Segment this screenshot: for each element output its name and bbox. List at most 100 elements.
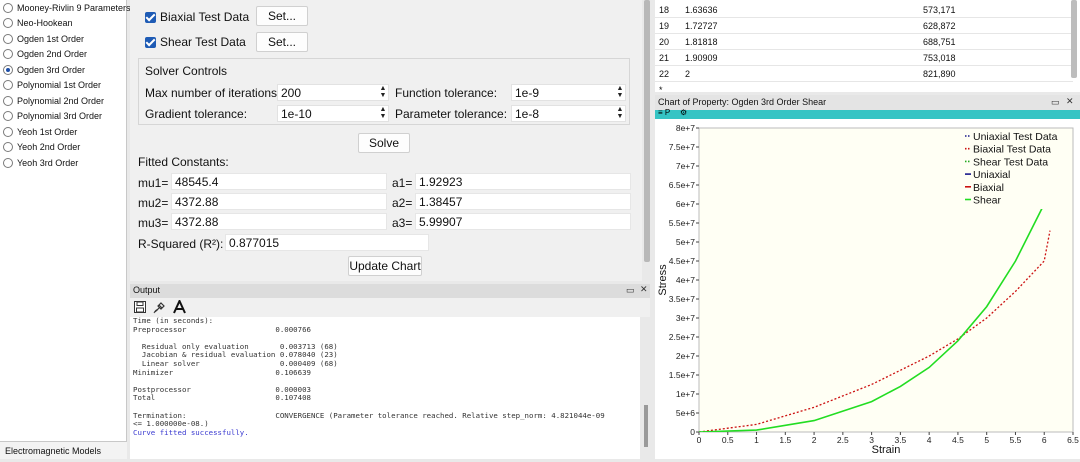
- model-item[interactable]: Yeoh 3rd Order: [3, 155, 78, 170]
- a3-field[interactable]: 5.99907: [415, 213, 631, 230]
- table-cell-idx: 18: [659, 5, 670, 15]
- model-item-label: Yeoh 1st Order: [17, 126, 78, 137]
- model-item[interactable]: Neo-Hookean: [3, 16, 73, 31]
- x-axis-label: Strain: [872, 444, 901, 456]
- model-list-panel: Mooney-Rivlin 9 Parameters Neo-Hookean Ogd…: [0, 0, 131, 459]
- y-tick-label: 5e+7: [676, 237, 695, 247]
- checkbox-checked-icon: [145, 11, 156, 23]
- parameter-tolerance-spinbox[interactable]: 1e-8 ▲ ▼: [511, 105, 626, 122]
- legend-entry: Uniaxial Test Data: [973, 131, 1058, 143]
- category-label[interactable]: Electromagnetic Models: [0, 441, 127, 459]
- table-row[interactable]: 18 1.63636 573,171: [655, 2, 1073, 18]
- x-tick-label: 5: [984, 435, 989, 445]
- mu3-label: mu3=: [138, 216, 169, 230]
- spin-arrows-icon[interactable]: ▲ ▼: [379, 106, 387, 120]
- a2-field[interactable]: 1.38457: [415, 193, 631, 210]
- y-tick-label: 6.5e+7: [669, 180, 696, 190]
- y-tick-label: 1.5e+7: [669, 370, 696, 380]
- chart-menu-icon[interactable]: ≡ P: [658, 108, 670, 117]
- max-iterations-spinbox[interactable]: 200 ▲ ▼: [277, 84, 389, 101]
- mu1-field[interactable]: 48545.4: [171, 173, 387, 190]
- close-icon[interactable]: ✕: [1066, 96, 1074, 107]
- clear-brush-icon[interactable]: [153, 301, 166, 314]
- function-tolerance-spinbox[interactable]: 1e-9 ▲ ▼: [511, 84, 626, 101]
- radio-icon[interactable]: [3, 95, 13, 106]
- radio-icon[interactable]: [3, 157, 13, 168]
- y-tick-label: 7e+7: [676, 161, 695, 171]
- mu2-field[interactable]: 4372.88: [171, 193, 387, 210]
- a2-label: a2=: [392, 196, 413, 210]
- mu3-field[interactable]: 4372.88: [171, 213, 387, 230]
- spin-arrows-icon[interactable]: ▲ ▼: [616, 106, 624, 120]
- model-item[interactable]: Ogden 3rd Order: [3, 62, 85, 77]
- legend-entry: Biaxial Test Data: [973, 144, 1051, 156]
- font-icon[interactable]: [173, 300, 186, 314]
- radio-icon[interactable]: [3, 142, 13, 152]
- output-log[interactable]: Time (in seconds): Preprocessor 0.000766…: [130, 317, 640, 459]
- table-cell-idx: 21: [659, 53, 670, 63]
- test-data-table: 18 1.63636 573,171 19 1.72727 628,872 20 1.8181…: [655, 0, 1080, 98]
- gradient-tolerance-spinbox[interactable]: 1e-10 ▲ ▼: [277, 105, 389, 122]
- radio-icon[interactable]: [3, 49, 13, 59]
- spin-arrows-icon[interactable]: ▲ ▼: [379, 85, 387, 99]
- max-iterations-label: Max number of iterations:: [145, 86, 281, 100]
- float-icon[interactable]: ▭: [1051, 97, 1060, 108]
- table-cell-idx: 20: [659, 37, 670, 47]
- radio-icon[interactable]: [3, 80, 13, 90]
- y-tick-label: 7.5e+7: [669, 142, 696, 152]
- table-row[interactable]: 19 1.72727 628,872: [655, 18, 1073, 34]
- radio-selected-icon[interactable]: [3, 64, 13, 75]
- radio-icon[interactable]: [3, 2, 13, 13]
- a1-field[interactable]: 1.92923: [415, 173, 631, 190]
- stress-strain-chart[interactable]: 0 5e+6 1e+7 1.5e+7 2e+7 2.5e+7 3e+7 3.5e+7 4e+7 4…: [655, 119, 1080, 459]
- model-item[interactable]: Yeoh 1st Order: [3, 124, 77, 139]
- model-item[interactable]: Mooney-Rivlin 9 Parameters: [3, 0, 131, 15]
- function-tolerance-label: Function tolerance:: [395, 86, 498, 100]
- x-tick-label: 6.5: [1067, 435, 1079, 445]
- output-scrollbar[interactable]: [644, 405, 648, 447]
- model-item-label: Yeoh 2nd Order: [17, 142, 81, 152]
- model-item[interactable]: Yeoh 2nd Order: [3, 140, 80, 155]
- spin-arrows-icon[interactable]: ▲ ▼: [616, 85, 624, 99]
- a1-label: a1=: [392, 176, 413, 190]
- update-chart-button[interactable]: Update Chart: [348, 256, 422, 276]
- table-scrollbar[interactable]: [1071, 0, 1077, 78]
- radio-icon[interactable]: [3, 18, 13, 28]
- table-row[interactable]: 20 1.81818 688,751: [655, 34, 1073, 50]
- model-item-label: Polynomial 2nd Order: [17, 95, 105, 106]
- model-item[interactable]: Ogden 2nd Order: [3, 47, 87, 62]
- fitting-panel-scrollbar[interactable]: [644, 0, 650, 262]
- shear-set-button[interactable]: Set...: [256, 32, 308, 52]
- radio-icon[interactable]: [3, 111, 13, 121]
- biaxial-set-button[interactable]: Set...: [256, 6, 308, 26]
- radio-icon[interactable]: [3, 126, 13, 137]
- model-item[interactable]: Polynomial 3rd Order: [3, 109, 102, 124]
- x-tick-label: 2: [812, 435, 817, 445]
- y-tick-label: 1e+7: [676, 389, 695, 399]
- radio-icon[interactable]: [3, 33, 13, 44]
- output-success-line: Curve fitted successfully.: [133, 427, 249, 437]
- close-icon[interactable]: ✕: [640, 284, 648, 295]
- model-item[interactable]: Polynomial 1st Order: [3, 78, 101, 93]
- table-row[interactable]: 21 1.90909 753,018: [655, 50, 1073, 66]
- model-item[interactable]: Ogden 1st Order: [3, 31, 84, 46]
- y-tick-label: 5e+6: [676, 408, 695, 418]
- save-icon[interactable]: [134, 301, 146, 313]
- a3-label: a3=: [392, 216, 413, 230]
- fitting-panel: Biaxial Test Data Set... Shear Test Data…: [130, 0, 642, 281]
- solve-button[interactable]: Solve: [358, 133, 410, 153]
- table-cell-strain: 1.72727: [685, 21, 718, 31]
- table-cell-idx: 19: [659, 21, 670, 31]
- function-tolerance-value: 1e-9: [515, 86, 540, 100]
- shear-test-data-checkbox[interactable]: Shear Test Data: [145, 33, 246, 51]
- r-squared-label: R-Squared (R²):: [138, 237, 224, 251]
- table-row[interactable]: 22 2 821,890: [655, 66, 1073, 82]
- chart-settings-icon[interactable]: ⚙: [680, 108, 687, 117]
- solver-controls-group: Solver Controls Max number of iterations…: [138, 58, 630, 125]
- model-item[interactable]: Polynomial 2nd Order: [3, 93, 104, 108]
- x-tick-label: 0: [697, 435, 702, 445]
- float-icon[interactable]: ▭: [626, 285, 635, 296]
- output-log-text: Time (in seconds): Preprocessor 0.000766…: [133, 317, 605, 429]
- r-squared-field[interactable]: 0.877015: [225, 234, 429, 251]
- biaxial-test-data-checkbox[interactable]: Biaxial Test Data: [145, 8, 249, 26]
